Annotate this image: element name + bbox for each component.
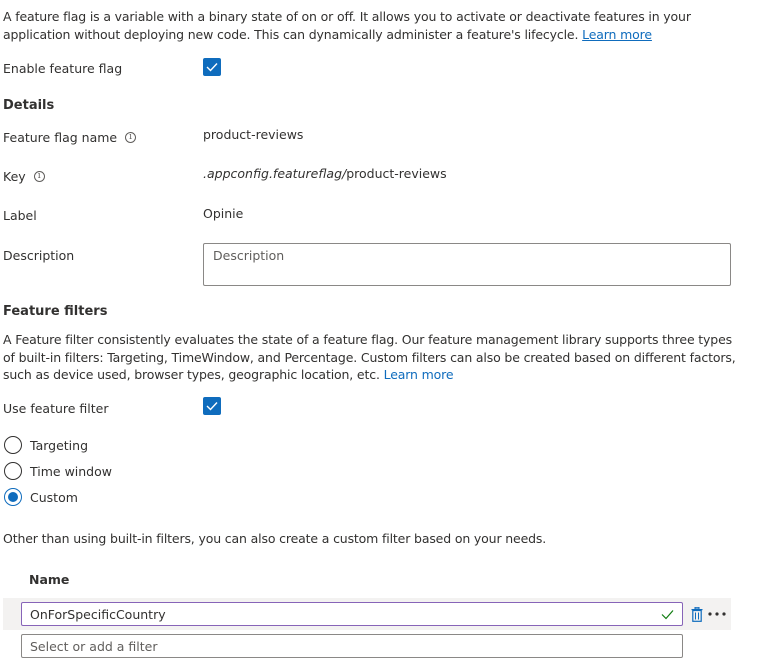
valid-checkmark-icon xyxy=(661,609,674,619)
checkmark-icon xyxy=(206,63,218,72)
description-placeholder: Description xyxy=(213,248,285,263)
key-value-text: product-reviews xyxy=(346,166,447,181)
label-label: Label xyxy=(3,208,37,223)
feature-filters-title: Feature filters xyxy=(3,304,108,319)
radio-targeting-label: Targeting xyxy=(30,437,89,453)
radio-time-window-circle[interactable] xyxy=(4,462,22,480)
use-feature-filter-label: Use feature filter xyxy=(3,401,109,416)
delete-filter-button[interactable] xyxy=(689,604,705,624)
trash-icon xyxy=(691,606,703,622)
description-field[interactable]: Description xyxy=(203,243,731,286)
feature-flag-name-value: product-reviews xyxy=(203,127,304,142)
key-label-text: Key xyxy=(3,169,26,184)
info-icon[interactable]: i xyxy=(33,171,45,182)
intro-learn-more-link[interactable]: Learn more xyxy=(582,27,652,42)
radio-custom[interactable]: Custom xyxy=(4,488,78,506)
use-feature-filter-checkbox[interactable] xyxy=(203,397,221,415)
enable-flag-label: Enable feature flag xyxy=(3,61,122,76)
enable-flag-label-text: Enable feature flag xyxy=(3,61,123,76)
custom-filter-note: Other than using built-in filters, you c… xyxy=(3,531,547,546)
add-filter-placeholder: Select or add a filter xyxy=(30,638,158,654)
feature-filters-text: A Feature filter consistently evaluates … xyxy=(3,332,736,382)
radio-custom-circle[interactable] xyxy=(4,488,22,506)
description-label-text: Description xyxy=(3,248,75,263)
radio-targeting[interactable]: Targeting xyxy=(4,436,88,454)
more-options-button[interactable] xyxy=(706,604,728,624)
description-label: Description xyxy=(3,248,74,263)
filter-name-input[interactable]: OnForSpecificCountry xyxy=(21,602,683,626)
key-label: Key i xyxy=(3,169,45,184)
label-label-text: Label xyxy=(3,208,37,223)
filter-name-value: OnForSpecificCountry xyxy=(30,606,166,622)
radio-time-window[interactable]: Time window xyxy=(4,462,112,480)
radio-selected-dot xyxy=(8,492,18,502)
feature-filters-learn-more-link[interactable]: Learn more xyxy=(384,367,454,382)
key-value: .appconfig.featureflag/product-reviews xyxy=(203,166,447,181)
radio-time-window-label: Time window xyxy=(30,463,112,479)
use-feature-filter-label-text: Use feature filter xyxy=(3,401,109,416)
checkmark-icon xyxy=(206,402,218,411)
details-title: Details xyxy=(3,98,55,113)
add-filter-input[interactable]: Select or add a filter xyxy=(21,634,683,658)
key-prefix: .appconfig.featureflag/ xyxy=(203,166,347,181)
filters-table-header-name: Name xyxy=(29,572,70,587)
info-icon[interactable]: i xyxy=(125,132,137,143)
more-options-icon xyxy=(708,612,726,616)
label-value: Opinie xyxy=(203,206,244,221)
feature-flag-name-label: Feature flag name i xyxy=(3,130,137,145)
radio-targeting-circle[interactable] xyxy=(4,436,22,454)
enable-flag-checkbox[interactable] xyxy=(203,58,221,76)
radio-custom-label: Custom xyxy=(30,489,78,505)
feature-filters-paragraph: A Feature filter consistently evaluates … xyxy=(3,331,739,384)
feature-flag-name-label-text: Feature flag name xyxy=(3,130,118,145)
intro-paragraph: A feature flag is a variable with a bina… xyxy=(3,8,739,43)
